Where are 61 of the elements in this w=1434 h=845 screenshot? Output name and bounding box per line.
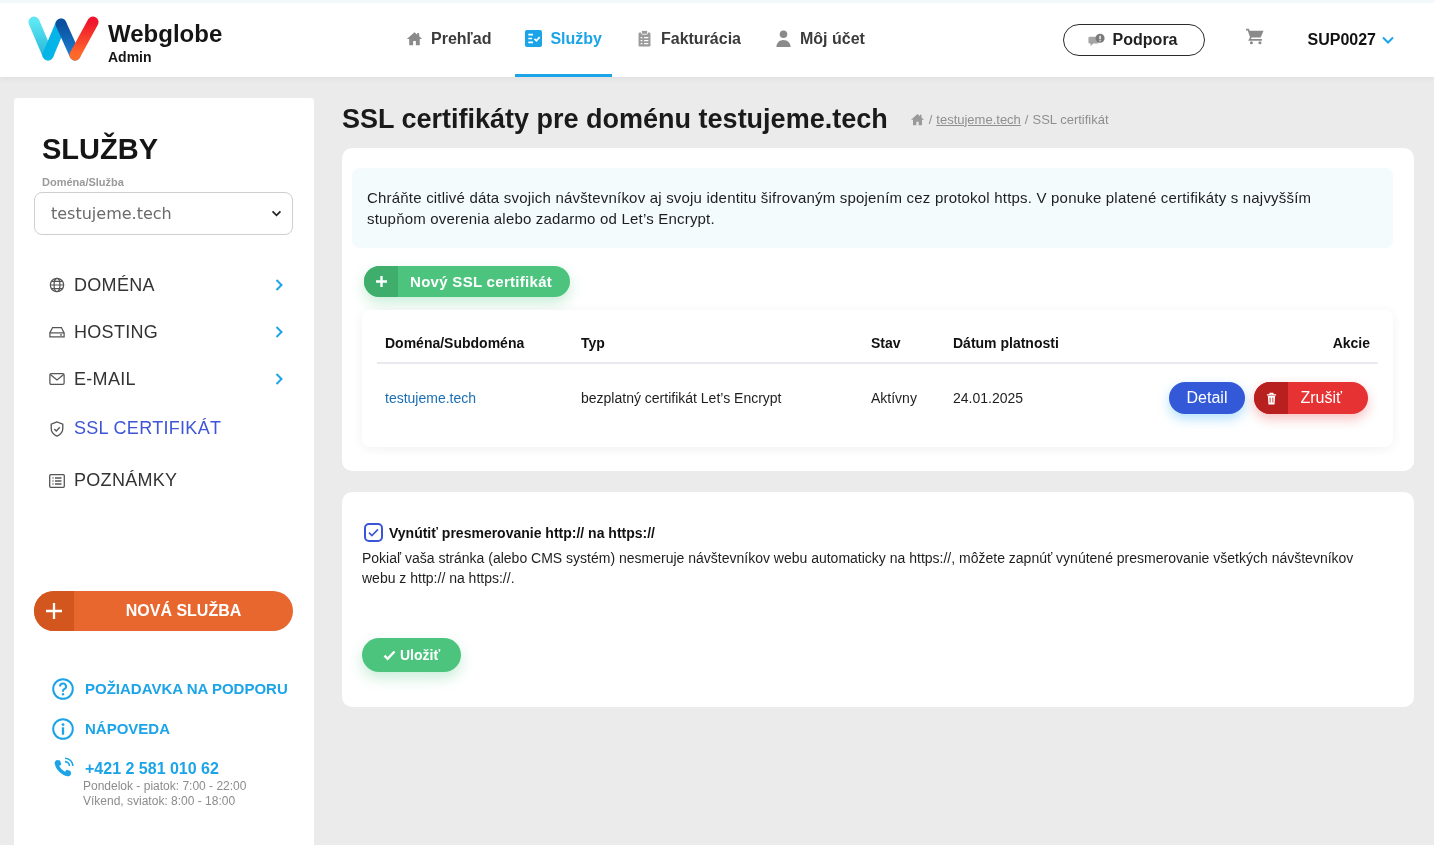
select-label: Doména/Služba [42,175,125,188]
phone-icon [52,756,74,779]
nav-tab[interactable]: Fakturácia [625,3,751,77]
account-menu[interactable]: SUP0027 [1307,31,1394,49]
home-icon [406,30,423,47]
chevron-down-icon [271,209,282,217]
description-text: Pokiaľ vaša stránka (alebo CMS systém) nesmeruje návštevníkov webu automaticky na https://, môžete zapnúť vynútené presmerovanie všetkých návštevníkov webu z http:// na https://. [362,549,1355,588]
breadcrumb-separator: / [928,111,933,127]
chevron-right-icon [275,326,283,339]
column-header: Dátum platnosti [952,334,1060,352]
list-icon [49,472,65,489]
sidebar-menu-item[interactable]: E-MAIL [34,355,293,403]
domain-select[interactable]: testujeme.tech [34,191,293,235]
table-cell-text: Aktívny [870,390,918,406]
person-icon [775,30,792,47]
support-button[interactable]: Podpora [1062,24,1205,56]
nav-tab[interactable]: Prehľad [396,3,502,77]
table-cell-text: bezplatný certifikát Let’s Encrypt [580,390,783,406]
brand-name: Webglobe [108,22,223,46]
detail-button[interactable]: Detail [1168,382,1246,414]
checkbox-label[interactable]: Vynútiť presmerovanie http:// na https:// [389,524,655,541]
cancel-button[interactable]: Zrušiť [1254,382,1368,414]
hard-drive-icon [49,324,65,341]
page-title: SSL certifikáty pre doménu testujeme.tech [342,103,888,135]
sidebar-title: SLUŽBY [42,134,159,166]
logo-icon[interactable] [28,16,100,62]
breadcrumb-current: SSL certifikát [1032,111,1109,127]
cart-icon[interactable] [1245,27,1264,45]
column-header: Akcie [1331,334,1371,352]
sidebar-menu-item[interactable]: SSL CERTIFIKÁT [34,402,293,455]
table-cell-text: 24.01.2025 [952,390,1025,406]
checklist-icon [525,30,543,47]
domain-link[interactable]: testujeme.tech [377,390,573,406]
brand-subtitle: Admin [108,50,153,64]
column-header: Typ [580,334,606,352]
new-service-button[interactable]: NOVÁ SLUŽBA [34,590,293,631]
check-icon [383,649,396,661]
chevron-right-icon [275,279,283,292]
chat-bubble-icon [1087,32,1105,48]
info-text: Chráňte citlivé dáta svojich návštevníkov aj svoju identitu šifrovaným spojením cez protokol https. V ponuke platené certifikáty s najvyšším stupňom overenia alebo zadarmo od Let’s Encrypt. [352,168,1393,248]
shield-check-icon [49,420,65,437]
plus-icon [46,602,62,619]
plus-icon [375,276,387,287]
trash-icon [1265,391,1277,405]
sidebar-menu-item[interactable]: HOSTING [34,308,293,356]
sidebar-menu-item[interactable]: DOMÉNA [34,261,293,309]
breadcrumb-separator: / [1024,111,1029,127]
info-circle-icon [52,717,74,740]
column-header: Stav [870,334,902,352]
question-circle-icon [52,677,74,700]
opening-hours: Pondelok - piatok: 7:00 - 22:00 [83,778,247,794]
checkbox[interactable] [364,523,383,542]
nav-tab[interactable]: Môj účet [765,3,875,77]
envelope-icon [49,371,65,388]
opening-hours: Víkend, sviatok: 8:00 - 18:00 [83,793,237,809]
chevron-down-icon [1382,36,1394,44]
chevron-right-icon [275,373,283,386]
globe-icon [49,277,65,294]
check-icon [368,528,379,537]
sidebar-menu-item[interactable]: POZNÁMKY [34,454,293,507]
column-header: Doména/Subdoména [384,334,526,352]
